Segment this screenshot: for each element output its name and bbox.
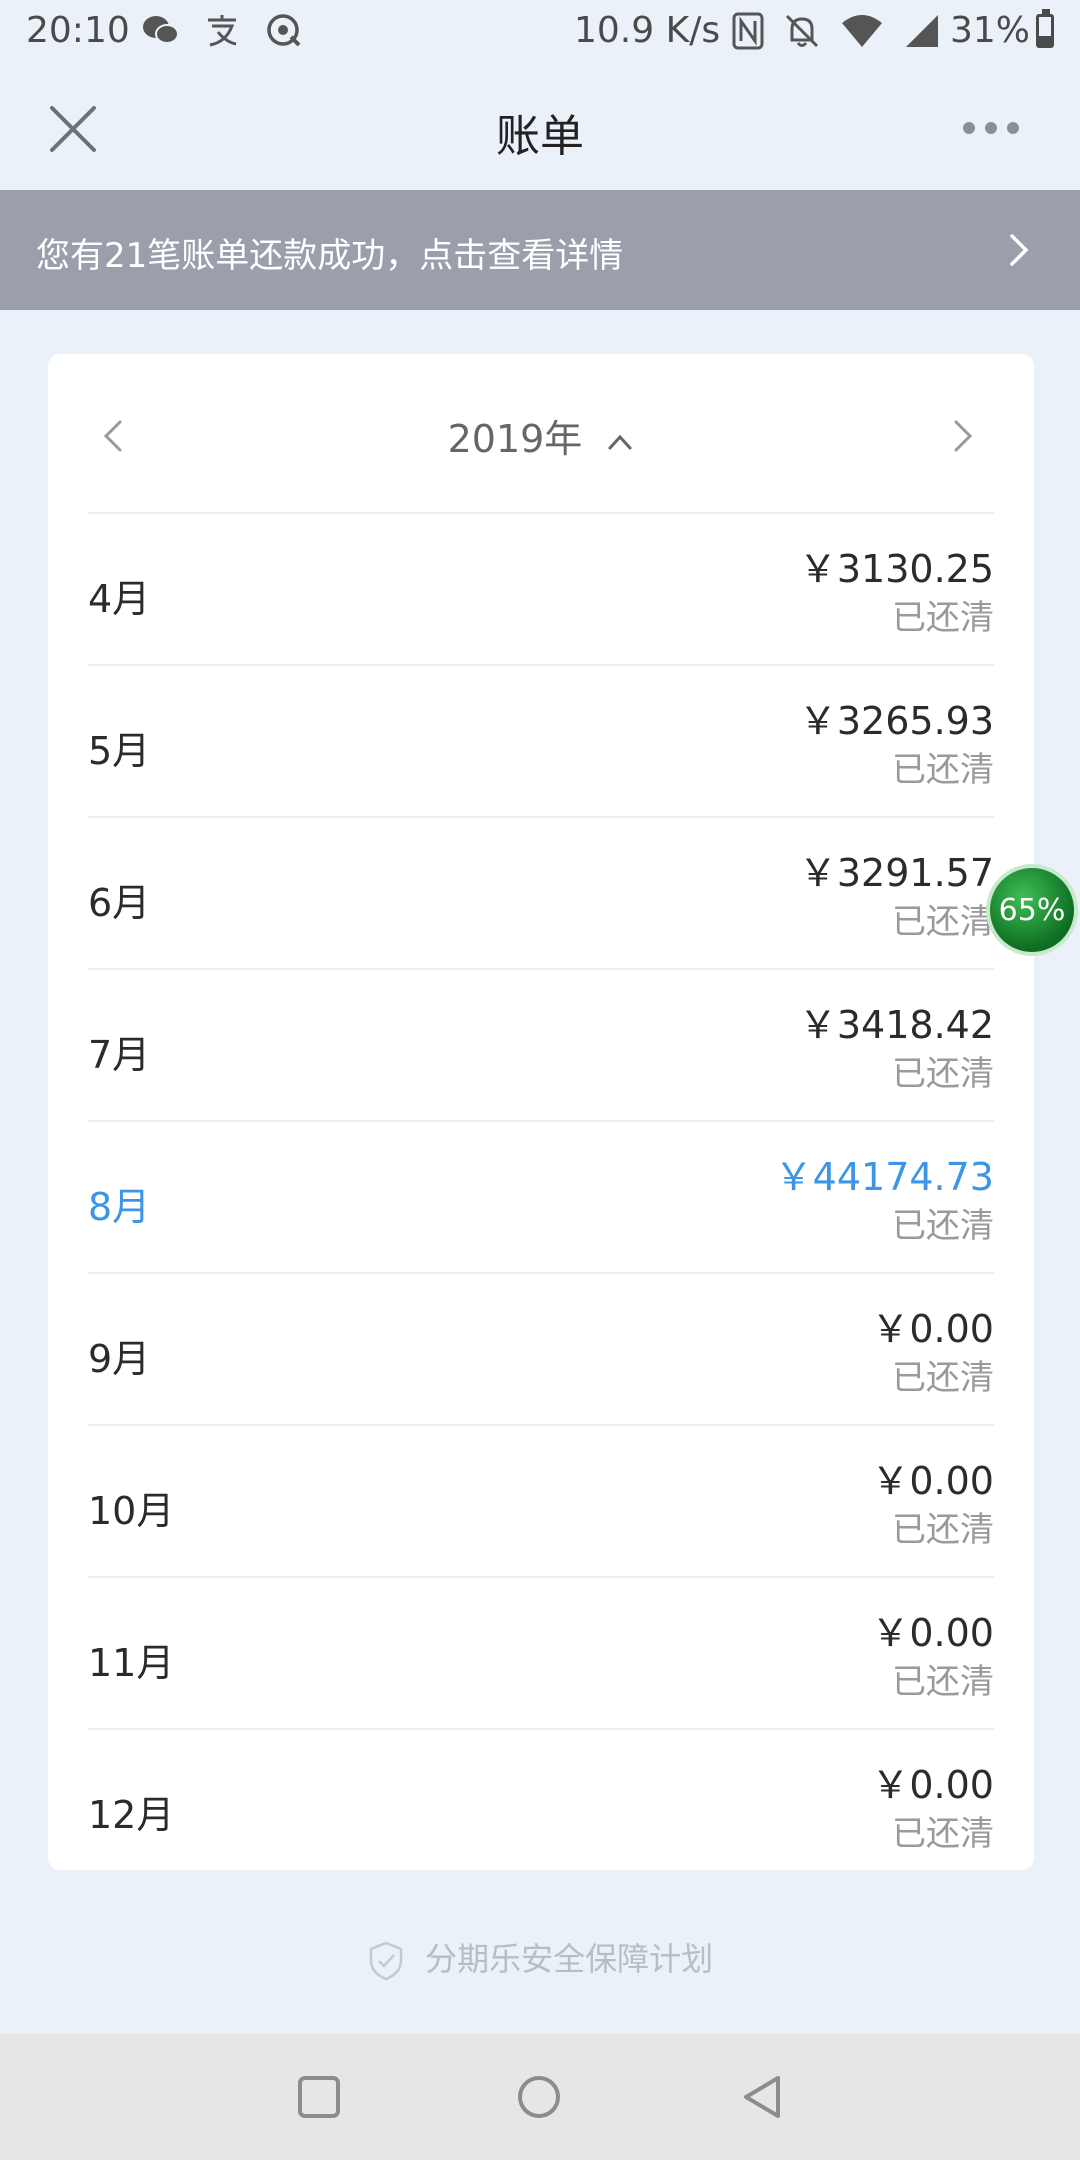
bill-row-may[interactable]: 5月 ￥3265.93 已还清 (88, 666, 994, 818)
bill-month: 7月 (88, 1033, 151, 1077)
bill-row-jul[interactable]: 7月 ￥3418.42 已还清 (88, 970, 994, 1122)
back-icon (744, 2076, 780, 2118)
security-text: 分期乐安全保障计划 (425, 1940, 714, 1978)
year-label: 2019年 (447, 417, 583, 461)
bill-amount: ￥0.00 (871, 1611, 994, 1655)
bill-amount: ￥3130.25 (798, 547, 994, 591)
bill-month: 6月 (88, 881, 151, 925)
top-app-bar: 账单 (0, 64, 1080, 190)
bill-status: 已还清 (892, 902, 994, 942)
more-dot-icon (985, 122, 997, 134)
nfc-icon (732, 12, 764, 59)
system-icons (732, 12, 940, 59)
bill-month: 11月 (88, 1641, 175, 1685)
bill-list: 4月 ￥3130.25 已还清 5月 ￥3265.93 已还清 6月 ￥3291… (88, 514, 994, 1880)
bill-status: 已还清 (892, 598, 994, 638)
bill-status: 已还清 (892, 1358, 994, 1398)
wifi-icon (840, 13, 884, 58)
bill-status: 已还清 (892, 1662, 994, 1702)
bill-amount: ￥3291.57 (798, 851, 994, 895)
bill-month: 12月 (88, 1793, 175, 1837)
bugreport-icon (264, 10, 304, 50)
bill-status: 已还清 (892, 750, 994, 790)
status-bar: 20:10 10.9 K/s 31% (0, 0, 1080, 64)
bill-row-nov[interactable]: 11月 ￥0.00 已还清 (88, 1578, 994, 1730)
recents-icon (298, 2076, 340, 2118)
bill-amount: ￥0.00 (871, 1763, 994, 1807)
alipay-icon (202, 10, 242, 50)
bill-status: 已还清 (892, 1054, 994, 1094)
bill-amount: ￥3418.42 (798, 1003, 994, 1047)
bill-amount: ￥44174.73 (774, 1155, 994, 1199)
badge-text: 65% (998, 892, 1066, 928)
year-selector: 2019年 (88, 354, 994, 514)
network-speed: 10.9 K/s (574, 10, 721, 51)
notification-icons (140, 10, 304, 50)
floating-progress-badge[interactable]: 65% (986, 864, 1078, 956)
mute-icon (784, 12, 820, 59)
chevron-right-icon (1010, 234, 1029, 266)
bill-row-sep[interactable]: 9月 ￥0.00 已还清 (88, 1274, 994, 1426)
security-guarantee: 分期乐安全保障计划 (0, 1934, 1080, 1982)
bill-amount: ￥0.00 (871, 1459, 994, 1503)
bill-row-jun[interactable]: 6月 ￥3291.57 已还清 (88, 818, 994, 970)
next-year-button[interactable] (948, 414, 978, 458)
shield-check-icon (369, 1941, 403, 1981)
chevron-up-icon (608, 434, 632, 449)
page-title: 账单 (496, 111, 584, 162)
back-button[interactable] (738, 2072, 788, 2122)
bill-month: 5月 (88, 729, 151, 773)
battery-icon (1036, 9, 1054, 48)
banner-text: 您有21笔账单还款成功，点击查看详情 (36, 236, 624, 276)
recents-button[interactable] (294, 2072, 344, 2122)
bill-row-dec[interactable]: 12月 ￥0.00 已还清 (88, 1730, 994, 1880)
home-button[interactable] (514, 2072, 564, 2122)
more-dot-icon (963, 122, 975, 134)
bill-amount: ￥0.00 (871, 1307, 994, 1351)
bill-row-oct[interactable]: 10月 ￥0.00 已还清 (88, 1426, 994, 1578)
system-navigation-bar (0, 2034, 1080, 2160)
more-dot-icon (1007, 122, 1019, 134)
wechat-icon (140, 10, 180, 50)
bill-status: 已还清 (892, 1814, 994, 1854)
bill-month: 4月 (88, 577, 151, 621)
bill-month: 8月 (88, 1185, 151, 1229)
bill-card: 2019年 4月 ￥3130.25 已还清 5月 ￥3265.93 已还清 6月… (48, 354, 1034, 1870)
home-icon (518, 2076, 560, 2118)
battery-percent: 31% (950, 10, 1031, 51)
bill-row-apr[interactable]: 4月 ￥3130.25 已还清 (88, 514, 994, 666)
chevron-right-icon (954, 420, 973, 452)
year-dropdown[interactable]: 2019年 (88, 408, 994, 463)
bill-status: 已还清 (892, 1510, 994, 1550)
bill-row-aug-current[interactable]: 8月 ￥44174.73 已还清 (88, 1122, 994, 1274)
signal-icon (904, 13, 940, 58)
bill-month: 10月 (88, 1489, 175, 1533)
bill-amount: ￥3265.93 (798, 699, 994, 743)
repayment-success-banner[interactable]: 您有21笔账单还款成功，点击查看详情 (0, 190, 1080, 310)
bill-status: 已还清 (892, 1206, 994, 1246)
bill-month: 9月 (88, 1337, 151, 1381)
more-options-button[interactable] (956, 114, 1026, 142)
status-time: 20:10 (26, 10, 130, 51)
